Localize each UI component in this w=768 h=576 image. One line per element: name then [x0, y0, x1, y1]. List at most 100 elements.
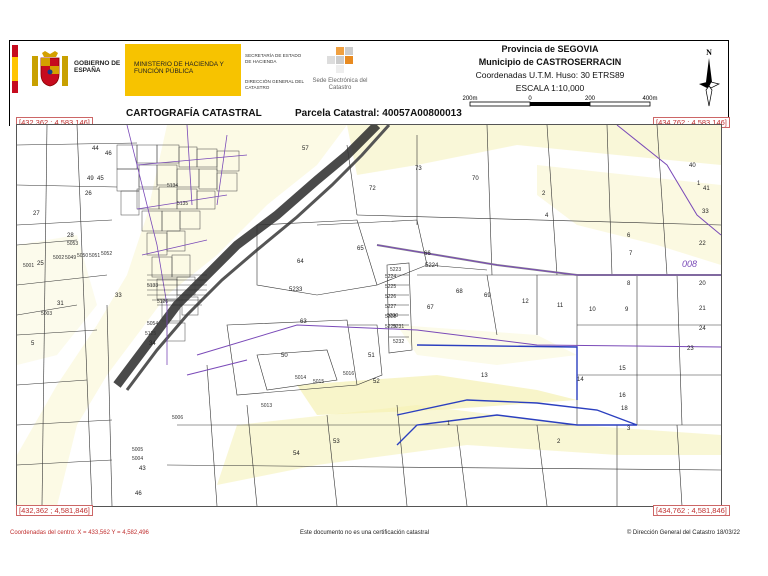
- parcel-label: 53: [333, 439, 340, 445]
- code-label: 5050: [77, 253, 88, 259]
- parcel-label: 69: [484, 293, 491, 299]
- code-label: 5231: [393, 324, 404, 330]
- parcel-label: 67: [427, 305, 434, 311]
- scale-label-2: 200: [585, 96, 596, 102]
- province-title: Provincia de SEGOVIA: [501, 44, 599, 54]
- code-label: 5125: [145, 331, 156, 337]
- code-label: 5134: [167, 183, 178, 189]
- frame-top: [9, 40, 728, 41]
- spain-flag-icon: [12, 45, 18, 93]
- copyright: © Dirección General del Catastro 18/03/2…: [626, 530, 740, 536]
- code-label: 5052: [101, 251, 112, 257]
- parcel-label: 64: [297, 259, 304, 265]
- code-label: 5003: [41, 311, 52, 317]
- parcel-label: 10: [589, 307, 596, 313]
- parcel-label: 24: [699, 326, 706, 332]
- parcel-label: 66: [424, 251, 431, 257]
- corner-bottom-left: [432,362 ; 4,581,846]: [16, 505, 93, 516]
- parcel-label: 65: [357, 246, 364, 252]
- scale-bar: 200m 0 200 400m: [462, 96, 658, 107]
- parcel-label: 51: [368, 353, 375, 359]
- scale-label-0: 200m: [462, 96, 477, 102]
- parcel-label: 31: [57, 301, 64, 307]
- parcel-label: 26: [85, 191, 92, 197]
- parcel-label: 54: [293, 451, 300, 457]
- north-label: N: [706, 48, 712, 57]
- parcel-label: 33: [702, 209, 709, 215]
- code-label: 5006: [172, 415, 183, 421]
- direccion-label: DIRECCIÓN GENERAL DEL CATASTRO: [245, 79, 304, 90]
- parcel-label: 41: [703, 186, 710, 192]
- corner-bottom-right: [434,762 ; 4,581,846]: [653, 505, 730, 516]
- parcel-label: 72: [369, 186, 376, 192]
- parcel-label: 5224: [425, 263, 439, 269]
- code-label: 5053: [67, 241, 78, 247]
- disclaimer: Este documento no es una certificación c…: [300, 530, 430, 536]
- code-label: 5135: [177, 201, 188, 207]
- code-label: 5049: [65, 255, 76, 261]
- parcel-label: 15: [619, 366, 626, 372]
- parcel-label: 40: [689, 163, 696, 169]
- code-label: 5224: [385, 274, 396, 280]
- parcel-label: 43: [139, 466, 146, 472]
- parcel-label: 18: [621, 406, 628, 412]
- parcel-label: 45: [97, 176, 104, 182]
- scale-label-3: 400m: [642, 96, 657, 102]
- parcel-label: 73: [415, 166, 422, 172]
- parcel-label: 63: [300, 319, 307, 325]
- code-label: 5227: [385, 304, 396, 310]
- parcel-label: 21: [699, 306, 706, 312]
- sede-catastro-logo-icon: [327, 47, 353, 73]
- parcel-label: 23: [687, 346, 694, 352]
- code-label: 5051: [89, 253, 100, 259]
- code-label: 5016: [343, 371, 354, 377]
- parcel-label: 14: [577, 377, 584, 383]
- code-label: 5232: [393, 339, 404, 345]
- parcel-label: 27: [33, 211, 40, 217]
- code-label: 5004: [132, 456, 143, 462]
- parcel-label: 13: [481, 373, 488, 379]
- north-arrow-icon: N: [699, 48, 721, 107]
- parcel-label: 50: [281, 353, 288, 359]
- polygon-label: 008: [682, 259, 697, 269]
- parcel-title: Parcela Catastral: 40057A00800013: [295, 108, 462, 119]
- parcel-label: 70: [472, 176, 479, 182]
- code-label: 5002: [53, 255, 64, 261]
- cadastral-map[interactable]: 008 44 46 49 45 57 70 40 72 1 73 2 33 4 …: [16, 124, 722, 507]
- sede-label: Sede Electrónica del Catastro: [312, 78, 368, 91]
- code-label: 5226: [385, 294, 396, 300]
- code-label: 5133: [147, 283, 158, 289]
- parcel-label: 11: [557, 303, 564, 309]
- scale-label-1: 0: [528, 96, 532, 102]
- code-label: 5225: [385, 284, 396, 290]
- map-canvas: 008 44 46 49 45 57 70 40 72 1 73 2 33 4 …: [17, 125, 721, 506]
- spain-coat-of-arms-icon: [32, 51, 68, 87]
- code-label: 5014: [295, 375, 306, 381]
- code-label: 5223: [390, 267, 401, 273]
- coordinates-title: Coordenadas U.T.M. Huso: 30 ETRS89: [475, 70, 625, 80]
- center-coordinates: Coordenadas del centro: X = 433,562 Y = …: [10, 530, 149, 536]
- parcel-label: 44: [92, 146, 99, 152]
- cartography-title: CARTOGRAFÍA CATASTRAL: [126, 108, 262, 119]
- government-label: GOBIERNO DE ESPAÑA: [74, 60, 121, 74]
- code-label: 5126: [157, 299, 168, 305]
- parcel-label: 34: [149, 341, 156, 347]
- ministry-label: MINISTERIO DE HACIENDA Y FUNCIÓN PÚBLICA: [134, 61, 224, 75]
- parcel-label: 68: [456, 289, 463, 295]
- frame-right: [728, 40, 729, 126]
- parcel-label: 49: [87, 176, 94, 182]
- parcel-label: 20: [699, 281, 706, 287]
- parcel-label: 46: [135, 491, 142, 497]
- frame-left: [9, 40, 10, 126]
- secretaria-label: SECRETARÍA DE ESTADO DE HACIENDA: [245, 53, 302, 64]
- parcel-label: 28: [67, 233, 74, 239]
- code-label: 5013: [261, 403, 272, 409]
- municipality-title: Municipio de CASTROSERRACIN: [478, 57, 622, 67]
- parcel-label: 12: [522, 299, 529, 305]
- code-label: 5230: [387, 313, 398, 319]
- code-label: 5001: [23, 263, 34, 269]
- parcel-label: 57: [302, 146, 309, 152]
- parcel-label: 25: [37, 261, 44, 267]
- code-label: 5015: [313, 379, 324, 385]
- code-label: 5005: [132, 447, 143, 453]
